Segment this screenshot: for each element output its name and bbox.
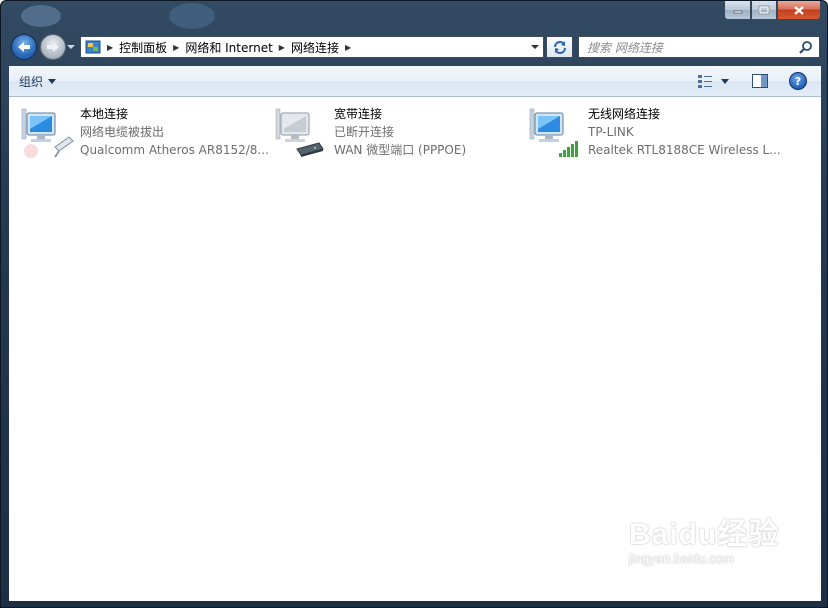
- preview-pane-icon[interactable]: [751, 72, 769, 90]
- view-details-icon: [698, 75, 712, 88]
- connection-name: 本地连接: [80, 107, 129, 121]
- minimize-icon: [733, 10, 742, 14]
- change-view-button[interactable]: [697, 73, 729, 89]
- back-button[interactable]: [11, 34, 37, 60]
- navigation-bar: ▶ 控制面板 ▶ 网络和 Internet ▶ 网络连接 ▶ 搜索 网络连接: [9, 32, 821, 62]
- connection-text: 本地连接 网络电缆被拔出 Qualcomm Atheros AR8152/8..…: [80, 105, 269, 159]
- window-frame: ▶ 控制面板 ▶ 网络和 Internet ▶ 网络连接 ▶ 搜索 网络连接 组…: [0, 0, 828, 608]
- breadcrumb-separator-icon[interactable]: ▶: [173, 43, 179, 52]
- refresh-button[interactable]: [546, 36, 573, 58]
- caption-buttons: [724, 1, 821, 21]
- organize-menu-button[interactable]: 组织: [19, 73, 57, 90]
- connections-list: 本地连接 网络电缆被拔出 Qualcomm Atheros AR8152/8..…: [9, 97, 821, 601]
- close-icon: [794, 5, 804, 15]
- connection-item-wireless[interactable]: 无线网络连接 TP-LINK Realtek RTL8188CE Wireles…: [517, 105, 787, 161]
- refresh-icon: [553, 41, 566, 54]
- control-panel-icon: [85, 40, 101, 54]
- command-bar: 组织 ?: [9, 66, 821, 97]
- connection-text: 宽带连接 已断开连接 WAN 微型端口 (PPPOE): [334, 105, 466, 159]
- glass-reflection: [169, 3, 215, 29]
- breadcrumb-separator-icon[interactable]: ▶: [279, 43, 285, 52]
- recent-pages-dropdown-icon[interactable]: [67, 43, 75, 51]
- minimize-button[interactable]: [724, 1, 751, 20]
- connection-device: Realtek RTL8188CE Wireless L...: [588, 143, 781, 157]
- connection-status: 网络电缆被拔出: [80, 125, 165, 139]
- close-button[interactable]: [777, 1, 821, 20]
- chevron-down-icon: [48, 79, 57, 84]
- search-placeholder[interactable]: 搜索 网络连接: [587, 39, 799, 56]
- connection-item-broadband[interactable]: 宽带连接 已断开连接 WAN 微型端口 (PPPOE): [263, 105, 517, 161]
- maximize-icon: [758, 5, 770, 15]
- breadcrumb-separator-icon: ▶: [107, 42, 114, 52]
- connection-item-local[interactable]: 本地连接 网络电缆被拔出 Qualcomm Atheros AR8152/8..…: [9, 105, 269, 161]
- arrow-left-icon: [18, 42, 30, 52]
- help-button[interactable]: ?: [789, 72, 807, 90]
- glass-reflection: [21, 5, 61, 27]
- chevron-down-icon: [721, 78, 729, 84]
- connection-device: WAN 微型端口 (PPPOE): [334, 143, 467, 157]
- forward-button[interactable]: [40, 34, 66, 60]
- connection-name: 无线网络连接: [588, 107, 661, 121]
- connection-device: Qualcomm Atheros AR8152/8...: [80, 143, 269, 157]
- wireless-signal-icon: [529, 108, 578, 157]
- ethernet-disconnected-icon: [21, 108, 74, 158]
- breadcrumb-separator-icon[interactable]: ▶: [345, 43, 351, 52]
- search-icon[interactable]: [799, 40, 813, 54]
- connection-status: 已断开连接: [334, 125, 395, 139]
- connection-status: TP-LINK: [588, 125, 634, 139]
- connection-name: 宽带连接: [334, 107, 383, 121]
- breadcrumb-control-panel[interactable]: 控制面板: [119, 39, 167, 56]
- arrow-right-icon: [47, 42, 59, 52]
- broadband-modem-icon: [275, 108, 324, 157]
- connection-text: 无线网络连接 TP-LINK Realtek RTL8188CE Wireles…: [588, 105, 781, 159]
- breadcrumb-network-internet[interactable]: 网络和 Internet: [185, 39, 272, 56]
- maximize-button[interactable]: [751, 1, 777, 20]
- search-box[interactable]: 搜索 网络连接: [578, 36, 820, 58]
- address-history-dropdown-icon[interactable]: [531, 43, 539, 51]
- breadcrumb-network-connections[interactable]: 网络连接: [291, 39, 339, 56]
- organize-label: 组织: [19, 75, 44, 89]
- address-bar[interactable]: ▶ 控制面板 ▶ 网络和 Internet ▶ 网络连接 ▶: [80, 36, 544, 58]
